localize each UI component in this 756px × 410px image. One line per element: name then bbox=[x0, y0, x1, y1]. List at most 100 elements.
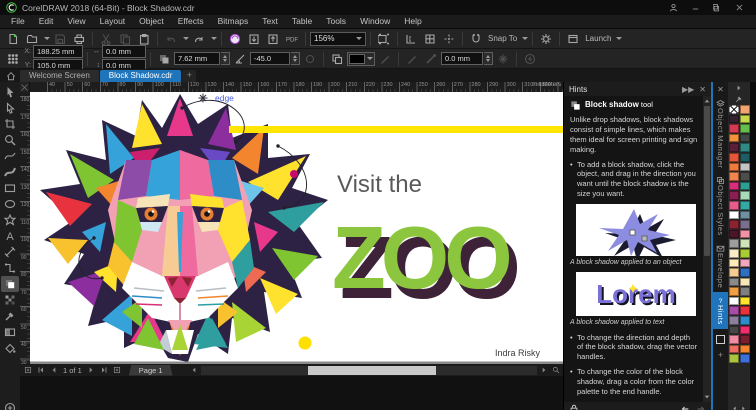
forward-arrow-icon[interactable] bbox=[696, 404, 706, 410]
tab-welcome-screen[interactable]: Welcome Screen bbox=[20, 70, 99, 82]
expand-shadow-button[interactable] bbox=[494, 51, 512, 67]
palette-swatch[interactable] bbox=[728, 287, 739, 296]
palette-swatch[interactable] bbox=[739, 172, 750, 181]
ruler-origin-button[interactable] bbox=[20, 82, 30, 92]
palette-swatch[interactable] bbox=[728, 220, 739, 229]
shape-tool[interactable] bbox=[1, 100, 19, 116]
palette-swatch[interactable] bbox=[739, 210, 750, 220]
account-icon[interactable] bbox=[662, 1, 684, 14]
palette-swatch[interactable] bbox=[728, 200, 739, 210]
outline-overlap-button[interactable] bbox=[422, 51, 440, 67]
palette-swatch[interactable] bbox=[728, 114, 739, 124]
palette-swatch[interactable] bbox=[728, 296, 739, 306]
menu-view[interactable]: View bbox=[60, 15, 92, 28]
palette-swatch[interactable] bbox=[739, 316, 750, 325]
menu-effects[interactable]: Effects bbox=[171, 15, 211, 28]
palette-swatch-none[interactable] bbox=[728, 105, 739, 114]
collapse-docker-icon[interactable]: ▶▶ bbox=[682, 85, 694, 94]
close-button[interactable] bbox=[728, 1, 750, 14]
hints-scrollbar[interactable] bbox=[703, 96, 711, 402]
palette-swatch[interactable] bbox=[728, 316, 739, 325]
add-page-left-button[interactable] bbox=[22, 365, 33, 375]
palette-swatch[interactable] bbox=[739, 105, 750, 114]
palette-swatch[interactable] bbox=[728, 239, 739, 248]
palette-eyedropper-icon[interactable] bbox=[735, 93, 743, 104]
yellow-stripe[interactable] bbox=[229, 126, 563, 133]
overprint-shadow-button[interactable] bbox=[376, 51, 394, 67]
menu-edit[interactable]: Edit bbox=[32, 15, 61, 28]
scroll-up-icon[interactable] bbox=[703, 96, 711, 105]
direction-spinner[interactable] bbox=[291, 52, 300, 65]
import-button[interactable] bbox=[245, 31, 263, 47]
palette-swatch[interactable] bbox=[739, 239, 750, 248]
artistic-media-tool[interactable] bbox=[1, 164, 19, 180]
extend-spinner[interactable] bbox=[484, 52, 493, 65]
visit-the-text[interactable]: Visit the bbox=[337, 171, 422, 198]
palette-scroll-right-icon[interactable] bbox=[740, 405, 747, 410]
trim-corners-button[interactable] bbox=[403, 51, 421, 67]
undo-caret-icon[interactable] bbox=[183, 37, 189, 40]
palette-swatch[interactable] bbox=[728, 277, 739, 287]
menu-text[interactable]: Text bbox=[255, 15, 285, 28]
palette-swatch[interactable] bbox=[728, 258, 739, 268]
interactive-fill-tool[interactable] bbox=[1, 324, 19, 340]
palette-swatch[interactable] bbox=[739, 277, 750, 287]
palette-swatch[interactable] bbox=[728, 152, 739, 162]
launch-button[interactable] bbox=[564, 31, 582, 47]
palette-swatch[interactable] bbox=[728, 181, 739, 191]
snap-off-button[interactable] bbox=[467, 31, 485, 47]
pick-tool[interactable] bbox=[1, 84, 19, 100]
credit-text[interactable]: Indra Risky bbox=[495, 348, 541, 358]
palette-swatch[interactable] bbox=[728, 191, 739, 200]
menu-bitmaps[interactable]: Bitmaps bbox=[211, 15, 256, 28]
x-position-field[interactable]: 188.25 mm bbox=[33, 45, 83, 58]
rectangle-tool[interactable] bbox=[1, 180, 19, 196]
palette-swatch[interactable] bbox=[728, 335, 739, 344]
palette-swatch[interactable] bbox=[728, 344, 739, 354]
artwork-svg[interactable]: edge Visit the ZOO ZOO Indra Risky bbox=[30, 92, 563, 364]
palette-swatch[interactable] bbox=[728, 124, 739, 133]
palette-swatch[interactable] bbox=[739, 191, 750, 200]
palette-swatch[interactable] bbox=[739, 287, 750, 296]
vertical-ruler[interactable]: 180 170 160 150 140 130 120 110 100 90 80 70 60 50 40 3… bbox=[20, 92, 30, 364]
menu-layout[interactable]: Layout bbox=[93, 15, 133, 28]
menu-help[interactable]: Help bbox=[397, 15, 428, 28]
docker-tab-object-styles[interactable]: Object Styles bbox=[713, 172, 728, 240]
docker-strip-close-icon[interactable]: ✕ bbox=[717, 83, 724, 95]
palette-swatch[interactable] bbox=[739, 143, 750, 152]
color-eyedropper-tool[interactable] bbox=[1, 308, 19, 324]
shadow-depth-field[interactable]: 7.62 mm bbox=[174, 52, 220, 65]
pan-zoom-icon[interactable] bbox=[550, 365, 561, 375]
yellow-dot[interactable] bbox=[298, 336, 312, 350]
palette-swatch[interactable] bbox=[739, 133, 750, 143]
add-page-right-button[interactable] bbox=[112, 365, 123, 375]
palette-swatch[interactable] bbox=[739, 258, 750, 268]
magenta-dot[interactable] bbox=[290, 170, 298, 178]
scroll-right-icon[interactable] bbox=[538, 365, 549, 375]
docker-tab-hints[interactable]: ? Hints bbox=[713, 292, 728, 329]
redo-caret-icon[interactable] bbox=[211, 37, 217, 40]
hscroll-thumb[interactable] bbox=[308, 365, 437, 375]
palette-swatch[interactable] bbox=[728, 210, 739, 220]
palette-swatch[interactable] bbox=[739, 354, 750, 364]
shadow-color-picker[interactable] bbox=[347, 51, 375, 66]
scroll-down-icon[interactable] bbox=[703, 393, 711, 402]
crop-tool[interactable] bbox=[1, 116, 19, 132]
zoom-level-select[interactable]: 156% bbox=[310, 31, 366, 46]
show-guidelines-button[interactable] bbox=[440, 31, 458, 47]
launch-caret-icon[interactable] bbox=[616, 37, 623, 40]
launch-label[interactable]: Launch bbox=[585, 34, 611, 43]
minimize-button[interactable] bbox=[684, 1, 706, 14]
docker-tab-object-manager[interactable]: Object Manager bbox=[713, 95, 728, 172]
snap-to-label[interactable]: Snap To bbox=[488, 34, 517, 43]
palette-swatch[interactable] bbox=[739, 220, 750, 229]
palette-swatch[interactable] bbox=[739, 124, 750, 133]
connector-tool[interactable] bbox=[1, 260, 19, 276]
extend-field[interactable]: 0.0 mm bbox=[441, 52, 483, 65]
menu-window[interactable]: Window bbox=[353, 15, 397, 28]
export-button[interactable] bbox=[264, 31, 282, 47]
palette-scroll-left-icon[interactable] bbox=[731, 405, 738, 410]
show-rulers-button[interactable] bbox=[402, 31, 420, 47]
zoo-text[interactable]: ZOO bbox=[332, 208, 514, 307]
palette-swatch[interactable] bbox=[728, 172, 739, 181]
